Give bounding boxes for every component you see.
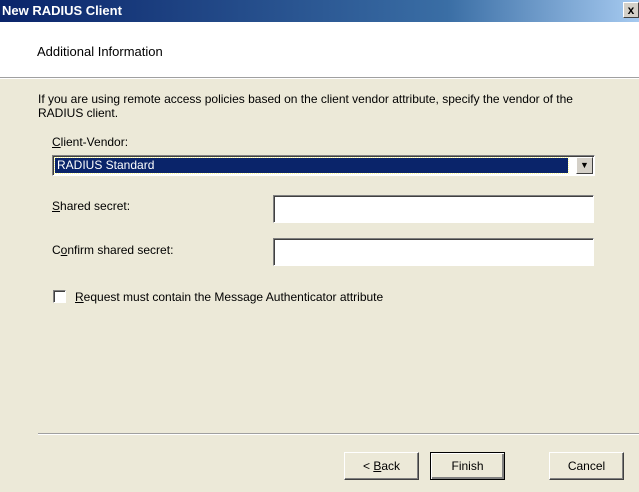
- client-vendor-selected: RADIUS Standard: [54, 157, 569, 174]
- header-divider: [0, 77, 639, 79]
- finish-button[interactable]: Finish: [430, 452, 505, 480]
- footer-divider: [38, 433, 639, 435]
- page-title: Additional Information: [37, 44, 163, 59]
- shared-secret-label: Shared secret:: [52, 199, 130, 213]
- window-title: New RADIUS Client: [2, 3, 122, 18]
- shared-secret-label-mnemonic: S: [52, 199, 61, 213]
- back-button-prefix: <: [362, 459, 374, 473]
- message-authenticator-label[interactable]: Request must contain the Message Authent…: [75, 290, 383, 304]
- message-authenticator-label-mnemonic: R: [75, 290, 84, 304]
- client-vendor-dropdown[interactable]: RADIUS Standard ▼: [52, 155, 595, 176]
- back-button[interactable]: < Back: [344, 452, 419, 480]
- shared-secret-label-text: hared secret:: [60, 199, 131, 213]
- description-text: If you are using remote access policies …: [38, 92, 573, 120]
- close-button[interactable]: x: [623, 2, 639, 18]
- confirm-secret-label: Confirm shared secret:: [52, 243, 173, 257]
- title-bar[interactable]: New RADIUS Client x: [0, 0, 639, 22]
- close-icon: x: [627, 3, 635, 17]
- back-button-text: ack: [381, 459, 401, 473]
- client-vendor-label-text: lient-Vendor:: [60, 135, 129, 149]
- confirm-secret-input[interactable]: [273, 238, 594, 266]
- cancel-button[interactable]: Cancel: [549, 452, 624, 480]
- confirm-secret-label-prefix: C: [52, 243, 61, 257]
- shared-secret-input[interactable]: [273, 195, 594, 223]
- client-vendor-label: Client-Vendor:: [52, 135, 128, 149]
- confirm-secret-label-text: nfirm shared secret:: [67, 243, 174, 257]
- message-authenticator-label-text: equest must contain the Message Authenti…: [83, 290, 384, 304]
- message-authenticator-checkbox[interactable]: [53, 290, 66, 303]
- dropdown-arrow-button[interactable]: ▼: [576, 157, 593, 174]
- client-vendor-label-mnemonic: C: [52, 135, 61, 149]
- chevron-down-icon: ▼: [580, 160, 589, 170]
